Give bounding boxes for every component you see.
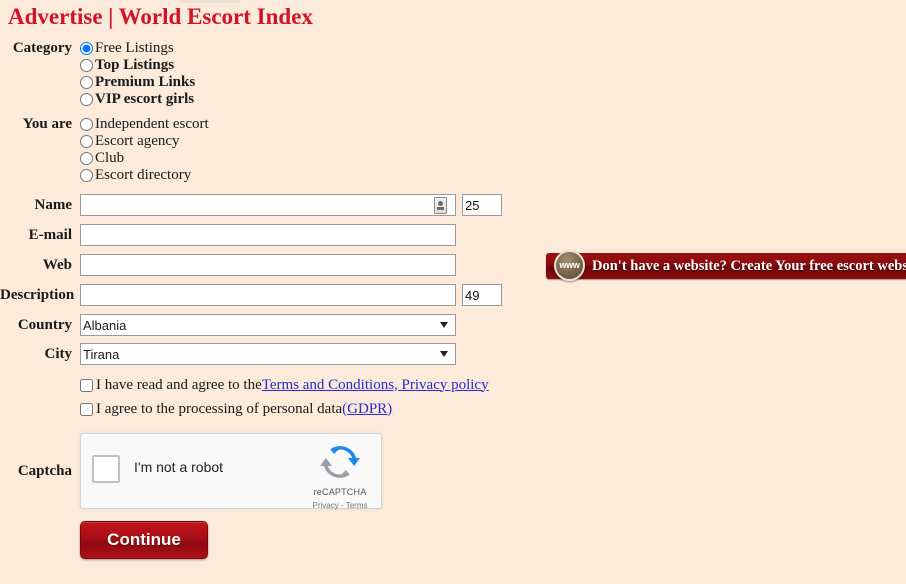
terms-checkbox-line[interactable]: I have read and agree to the Terms and Co… (80, 375, 906, 395)
email-input[interactable] (80, 224, 456, 246)
radio-option-escort-directory[interactable]: Escort directory (80, 167, 906, 184)
description-field (80, 284, 906, 306)
label-description: Description (0, 287, 75, 303)
terms-checkbox[interactable] (80, 378, 93, 392)
form-row-gdpr: I agree to the processing of personal da… (0, 399, 906, 419)
advertise-page: Advertise | World Escort Index Category … (0, 0, 906, 584)
form-row-name: Name (0, 194, 906, 216)
label-web: Web (42, 257, 72, 273)
continue-button[interactable]: Continue (80, 521, 208, 559)
name-field (80, 194, 906, 216)
recaptcha-label: I'm not a robot (134, 459, 224, 475)
banner-text: Don't have a website? Create Your free e… (592, 257, 906, 274)
recaptcha-widget[interactable]: I'm not a robot reCAPTCHA Privacy - Term… (80, 433, 382, 510)
recaptcha-terms-text[interactable]: Privacy - Terms (309, 501, 371, 510)
radio-option-premium-links[interactable]: Premium Links (80, 74, 906, 91)
category-field: Free Listings Top Listings Premium Links… (80, 40, 906, 108)
autofill-spinner-icon[interactable] (434, 197, 447, 214)
form-row-submit: Continue (0, 521, 906, 559)
recaptcha-branding: reCAPTCHA Privacy - Terms (309, 442, 371, 510)
city-select-wrap: Tirana (80, 343, 456, 365)
country-select-wrap: Albania (80, 314, 456, 336)
form-row-captcha: Captcha I'm not a robot reCAPTCHA Privac… (0, 433, 906, 510)
radio-label-vip-escort-girls: VIP escort girls (95, 91, 195, 107)
radio-option-top-listings[interactable]: Top Listings (80, 57, 906, 74)
radio-label-escort-agency: Escort agency (95, 133, 180, 149)
description-counter-input[interactable] (462, 284, 502, 306)
label-captcha: Captcha (17, 463, 72, 479)
page-title: Advertise | World Escort Index (8, 4, 313, 29)
label-category: Category (12, 40, 72, 56)
city-field: Tirana (80, 343, 906, 365)
spinner-bar (437, 207, 444, 210)
terms-field: I have read and agree to the Terms and Co… (80, 375, 906, 395)
recaptcha-brand-text: reCAPTCHA (313, 487, 367, 497)
radio-label-premium-links: Premium Links (95, 74, 196, 90)
gdpr-link[interactable]: (GDPR) (342, 401, 392, 418)
terms-link[interactable]: Terms and Conditions, Privacy policy (262, 377, 489, 394)
radio-option-club[interactable]: Club (80, 150, 906, 167)
web-input[interactable] (80, 254, 456, 276)
name-counter-input[interactable] (462, 194, 502, 216)
radio-escort-agency[interactable] (80, 135, 93, 148)
label-country: Country (17, 317, 72, 333)
www-icon: www (554, 250, 585, 281)
country-field: Albania (80, 314, 906, 336)
you-are-radio-group: Independent escort Escort agency Club Es… (80, 116, 906, 184)
radio-premium-links[interactable] (80, 76, 93, 89)
radio-vip-escort-girls[interactable] (80, 93, 93, 106)
label-email: E-mail (28, 227, 72, 243)
advertise-form: Category Free Listings Top Listings Prem… (0, 40, 906, 559)
radio-independent-escort[interactable] (80, 118, 93, 131)
form-row-country: Country Albania (0, 314, 906, 336)
gdpr-field: I agree to the processing of personal da… (80, 399, 906, 419)
recaptcha-checkbox[interactable] (92, 455, 120, 483)
form-row-email: E-mail (0, 224, 906, 246)
name-input[interactable] (80, 194, 456, 216)
radio-top-listings[interactable] (80, 59, 93, 72)
category-radio-group: Free Listings Top Listings Premium Links… (80, 40, 906, 108)
gdpr-text: I agree to the processing of personal da… (96, 400, 343, 417)
radio-option-independent-escort[interactable]: Independent escort (80, 116, 906, 133)
radio-option-escort-agency[interactable]: Escort agency (80, 133, 906, 150)
top-cutoff-element (180, 0, 240, 3)
radio-label-top-listings: Top Listings (95, 57, 175, 73)
www-badge-text: www (559, 260, 580, 270)
form-row-description: Description (0, 284, 906, 306)
label-city: City (44, 346, 73, 362)
gdpr-checkbox-line[interactable]: I agree to the processing of personal da… (80, 399, 906, 419)
radio-free-listings[interactable] (80, 42, 93, 55)
spinner-dot (438, 201, 443, 206)
radio-label-independent-escort: Independent escort (95, 116, 209, 132)
form-row-city: City Tirana (0, 343, 906, 365)
submit-field: Continue (80, 521, 906, 559)
form-row-you-are: You are Independent escort Escort agency… (0, 116, 906, 184)
radio-option-vip-escort-girls[interactable]: VIP escort girls (80, 91, 906, 108)
radio-option-free-listings[interactable]: Free Listings (80, 40, 906, 57)
radio-label-free-listings: Free Listings (95, 40, 174, 56)
form-row-web: Web www Don't have a website? Create You… (0, 250, 906, 281)
form-row-category: Category Free Listings Top Listings Prem… (0, 40, 906, 108)
web-field: www Don't have a website? Create Your fr… (80, 250, 906, 281)
captcha-field: I'm not a robot reCAPTCHA Privacy - Term… (80, 433, 906, 510)
city-select[interactable]: Tirana (80, 343, 456, 365)
country-select[interactable]: Albania (80, 314, 456, 336)
label-name: Name (34, 197, 73, 213)
create-website-banner[interactable]: www Don't have a website? Create Your fr… (546, 250, 906, 281)
radio-label-escort-directory: Escort directory (95, 167, 192, 183)
terms-text: I have read and agree to the (96, 376, 262, 393)
you-are-field: Independent escort Escort agency Club Es… (80, 116, 906, 184)
gdpr-checkbox[interactable] (80, 402, 93, 416)
recaptcha-logo-icon (320, 446, 360, 478)
email-field (80, 224, 906, 246)
description-input[interactable] (80, 284, 456, 306)
radio-label-club: Club (95, 150, 125, 166)
label-you-are: You are (22, 116, 72, 132)
radio-escort-directory[interactable] (80, 169, 93, 182)
radio-club[interactable] (80, 152, 93, 165)
form-row-terms: I have read and agree to the Terms and Co… (0, 375, 906, 395)
